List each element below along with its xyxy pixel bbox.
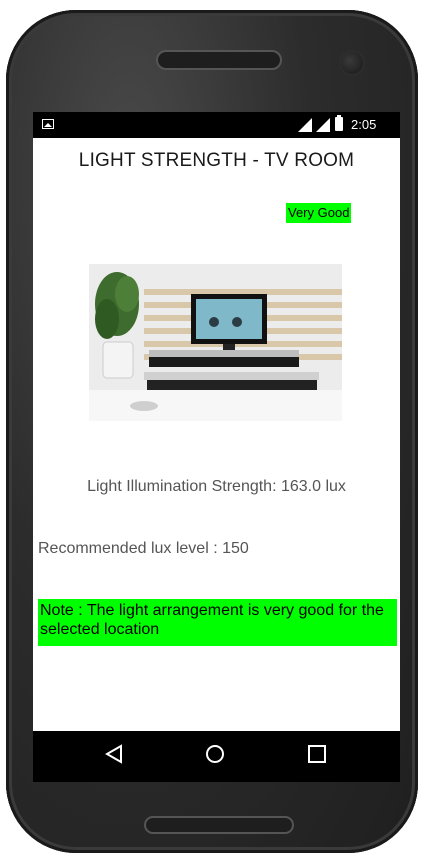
rating-badge: Very Good bbox=[286, 203, 352, 223]
front-camera bbox=[339, 50, 365, 76]
note-message: Note : The light arrangement is very goo… bbox=[38, 599, 397, 646]
home-icon[interactable] bbox=[205, 744, 225, 764]
navigation-bar bbox=[33, 731, 400, 782]
illumination-strength-text: Light Illumination Strength: 163.0 lux bbox=[87, 478, 346, 495]
tv-room-image bbox=[89, 264, 342, 421]
status-bar: 2:05 bbox=[33, 112, 400, 138]
bottom-speaker bbox=[144, 816, 294, 834]
television-icon bbox=[191, 294, 267, 350]
earpiece-speaker bbox=[156, 50, 282, 70]
back-icon[interactable] bbox=[105, 744, 123, 764]
signal-icon bbox=[316, 118, 330, 132]
app-screen: 2:05 LIGHT STRENGTH - TV ROOM Very Good bbox=[33, 112, 400, 782]
battery-icon bbox=[335, 115, 343, 131]
recents-icon[interactable] bbox=[307, 744, 327, 764]
recommended-lux-text: Recommended lux level : 150 bbox=[38, 540, 249, 557]
signal-icon bbox=[298, 118, 312, 132]
status-time: 2:05 bbox=[351, 117, 377, 132]
page-title: LIGHT STRENGTH - TV ROOM bbox=[78, 150, 355, 171]
image-notification-icon bbox=[42, 119, 54, 129]
